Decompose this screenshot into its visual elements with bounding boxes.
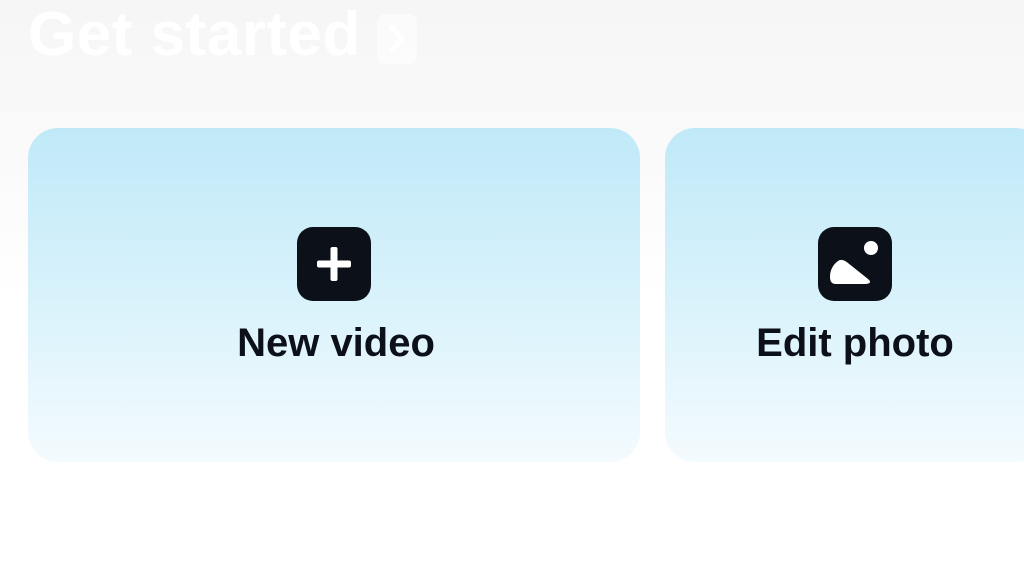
new-video-label: New video — [237, 321, 435, 365]
get-started-header[interactable]: Get started — [28, 0, 417, 80]
section-title: Get started — [28, 0, 361, 69]
edit-photo-label: Edit photo — [756, 321, 954, 365]
edit-photo-card[interactable]: Edit photo — [665, 128, 1024, 462]
image-icon — [818, 227, 892, 301]
new-video-card[interactable]: New video — [28, 128, 640, 462]
plus-icon — [297, 227, 371, 301]
chevron-right-icon[interactable] — [376, 14, 417, 64]
